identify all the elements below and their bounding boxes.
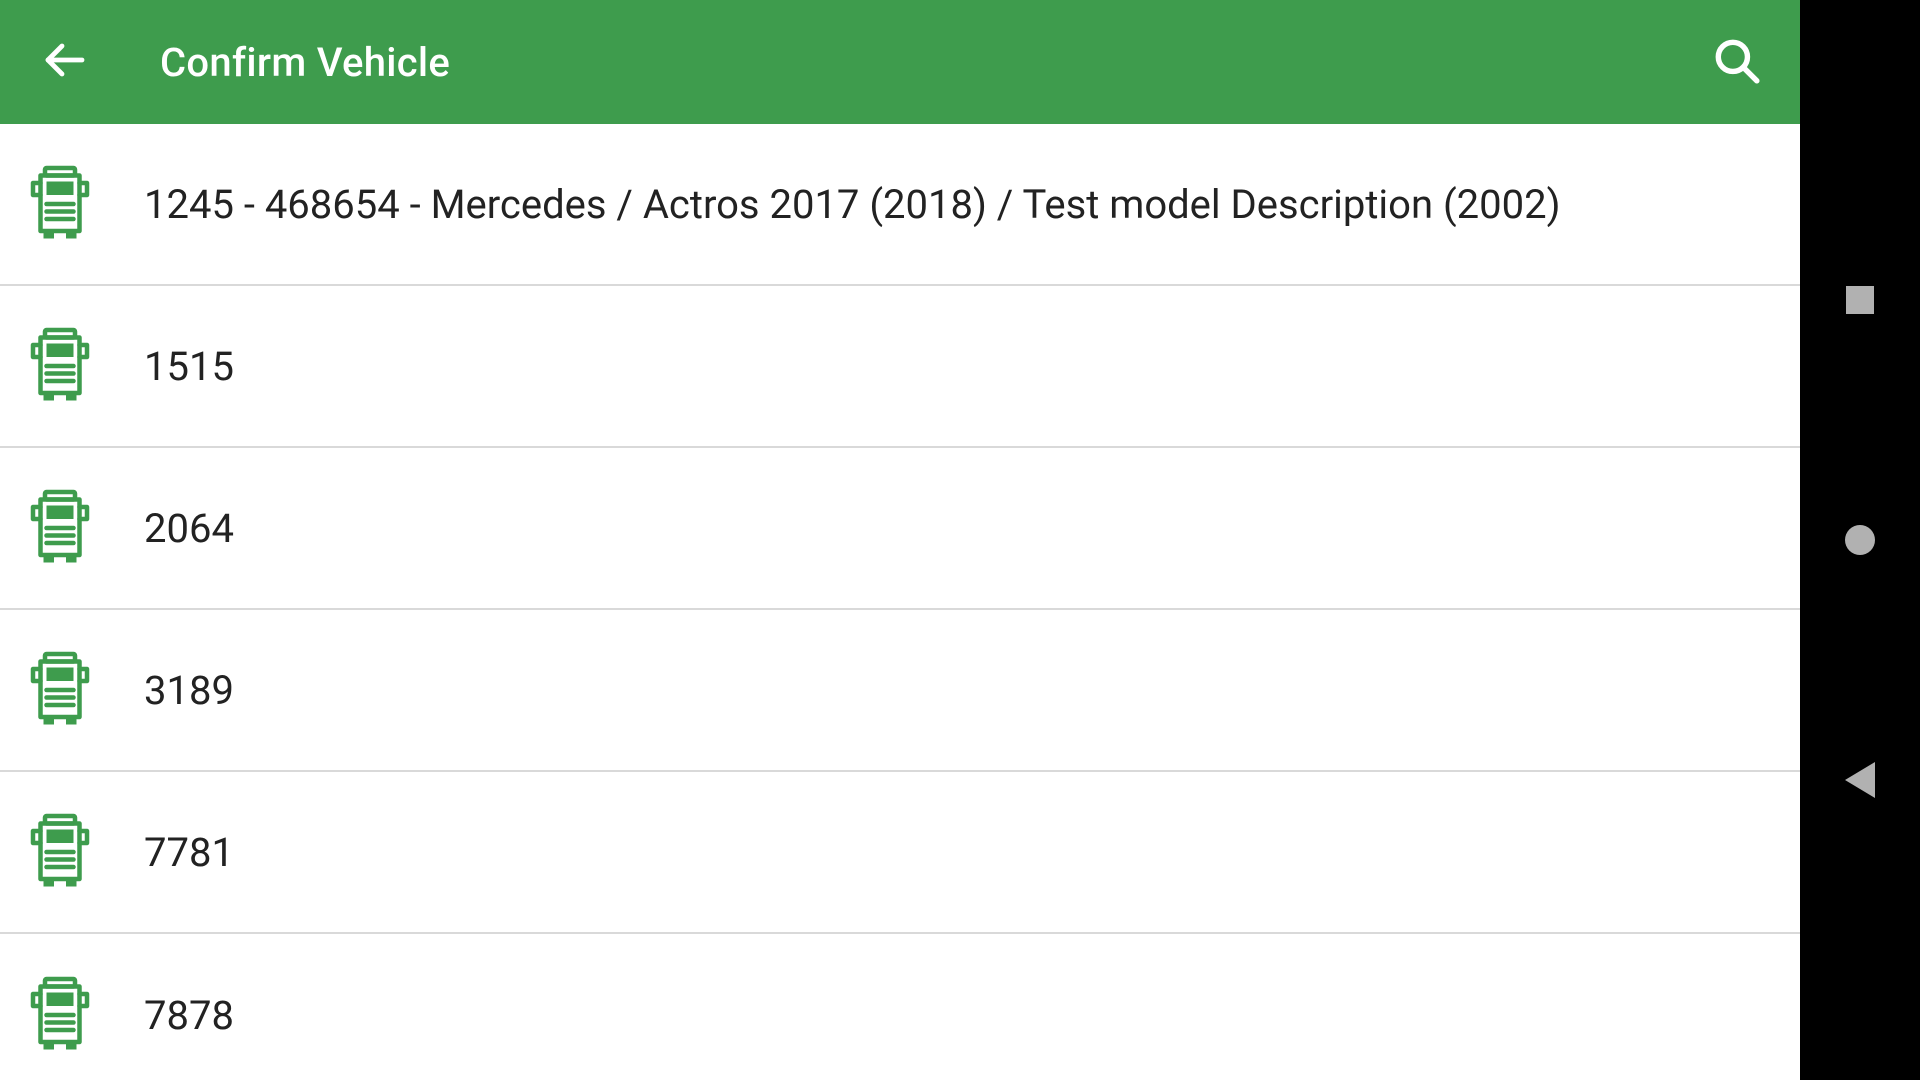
truck-icon bbox=[24, 651, 96, 729]
vehicle-row[interactable]: 2064 bbox=[0, 448, 1800, 610]
arrow-left-icon bbox=[40, 36, 88, 88]
truck-icon bbox=[24, 489, 96, 567]
vehicle-label: 7781 bbox=[144, 829, 234, 876]
vehicle-row[interactable]: 7878 bbox=[0, 934, 1800, 1080]
truck-icon bbox=[24, 327, 96, 405]
vehicle-row[interactable]: 1245 - 468654 - Mercedes / Actros 2017 (… bbox=[0, 124, 1800, 286]
vehicle-label: 1515 bbox=[144, 343, 234, 390]
vehicle-row[interactable]: 7781 bbox=[0, 772, 1800, 934]
vehicle-row[interactable]: 1515 bbox=[0, 286, 1800, 448]
nav-home-button[interactable] bbox=[1840, 520, 1880, 560]
truck-icon bbox=[24, 976, 96, 1054]
vehicle-label: 1245 - 468654 - Mercedes / Actros 2017 (… bbox=[144, 181, 1561, 228]
vehicle-label: 2064 bbox=[144, 505, 234, 552]
truck-icon bbox=[24, 813, 96, 891]
truck-icon bbox=[24, 165, 96, 243]
nav-overview-button[interactable] bbox=[1840, 280, 1880, 320]
nav-back-button[interactable] bbox=[1840, 760, 1880, 800]
triangle-left-icon bbox=[1845, 762, 1875, 798]
search-icon bbox=[1711, 35, 1761, 89]
search-button[interactable] bbox=[1700, 26, 1772, 98]
vehicle-list: 1245 - 468654 - Mercedes / Actros 2017 (… bbox=[0, 124, 1800, 1080]
page-title: Confirm Vehicle bbox=[160, 39, 1640, 86]
square-icon bbox=[1846, 286, 1874, 314]
vehicle-row[interactable]: 3189 bbox=[0, 610, 1800, 772]
circle-icon bbox=[1845, 525, 1875, 555]
vehicle-label: 7878 bbox=[144, 992, 234, 1039]
back-button[interactable] bbox=[28, 26, 100, 98]
app-screen: Confirm Vehicle 1245 - 468654 - Mercedes… bbox=[0, 0, 1800, 1080]
vehicle-label: 3189 bbox=[144, 667, 234, 714]
android-nav-bar bbox=[1800, 0, 1920, 1080]
app-header: Confirm Vehicle bbox=[0, 0, 1800, 124]
